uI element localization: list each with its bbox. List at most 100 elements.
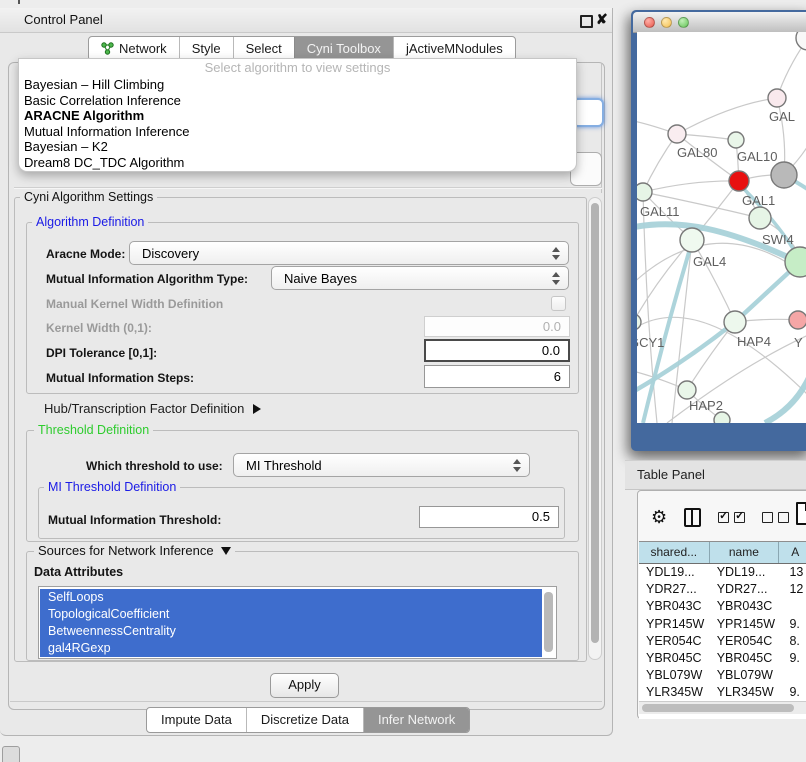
table-cell: YDL19... — [710, 564, 780, 581]
column-header[interactable]: A — [779, 542, 806, 563]
table-row[interactable]: YBR045CYBR045C9. — [639, 650, 806, 667]
aracne-mode-value: Discovery — [142, 246, 199, 261]
algorithm-option[interactable]: Basic Correlation Inference — [19, 93, 576, 109]
tab-select[interactable]: Select — [233, 37, 294, 60]
select-all-icon[interactable] — [718, 512, 745, 523]
kernel-width-label: Kernel Width (0,1): — [46, 321, 152, 335]
zoom-traffic-light[interactable] — [678, 17, 689, 28]
minimize-traffic-light[interactable] — [661, 17, 672, 28]
kernel-width-field[interactable]: 0.0 — [424, 316, 570, 337]
settings-scrollbar[interactable] — [588, 197, 602, 660]
aracne-mode-select[interactable]: Discovery — [129, 241, 569, 265]
data-attributes-list[interactable]: SelfLoopsTopologicalCoefficientBetweenne… — [38, 586, 557, 659]
mi-threshold-field[interactable]: 0.5 — [419, 506, 559, 528]
table-row[interactable]: YBR043CYBR043C — [639, 598, 806, 615]
network-view-window: GALGAL80GAL10GAL1SWI4GAL11GAL4GCY1HAP4YH… — [631, 10, 806, 451]
which-threshold-value: MI Threshold — [246, 458, 322, 473]
node-label: GAL4 — [693, 254, 726, 269]
network-node-hap2[interactable] — [678, 381, 696, 399]
network-node[interactable] — [771, 162, 797, 188]
mi-type-select[interactable]: Naive Bayes — [271, 266, 569, 290]
network-node-gcy1[interactable] — [637, 314, 641, 330]
new-table-icon[interactable] — [796, 502, 806, 525]
node-label: SWI4 — [762, 232, 794, 247]
float-window-icon[interactable] — [580, 15, 593, 28]
table-cell: YLR345W — [639, 684, 710, 701]
manual-kernel-checkbox[interactable] — [551, 296, 566, 311]
table-hscrollbar-thumb[interactable] — [642, 704, 794, 712]
tab-discretize-data[interactable]: Discretize Data — [246, 708, 363, 732]
network-window-titlebar[interactable] — [633, 12, 806, 33]
network-icon — [101, 42, 114, 55]
network-node[interactable] — [796, 32, 806, 50]
sources-legend[interactable]: Sources for Network Inference — [34, 544, 235, 558]
network-graph: GALGAL80GAL10GAL1SWI4GAL11GAL4GCY1HAP4YH… — [637, 32, 806, 423]
network-node-gal4[interactable] — [680, 228, 704, 252]
column-header[interactable]: name — [710, 542, 780, 563]
network-canvas[interactable]: GALGAL80GAL10GAL1SWI4GAL11GAL4GCY1HAP4YH… — [637, 32, 806, 423]
network-node-gal11[interactable] — [637, 183, 652, 201]
algorithm-option[interactable]: Dream8 DC_TDC Algorithm — [19, 155, 576, 171]
network-node[interactable] — [714, 412, 730, 423]
network-node-swi4[interactable] — [749, 207, 771, 229]
deselect-all-icon[interactable] — [762, 512, 789, 523]
table-row[interactable]: YPR145WYPR145W9. — [639, 616, 806, 633]
settings-scrollbar-thumb[interactable] — [591, 203, 599, 643]
minimized-panel-chip[interactable] — [2, 746, 20, 762]
table-row[interactable]: YBL079WYBL079W — [639, 667, 806, 684]
network-node-gal1[interactable] — [729, 171, 749, 191]
network-node-gal80[interactable] — [668, 125, 686, 143]
which-threshold-select[interactable]: MI Threshold — [233, 453, 530, 477]
node-label: Y — [794, 335, 803, 350]
table-horizontal-scrollbar[interactable] — [639, 701, 806, 714]
tab-jactivemnodules[interactable]: jActiveMNodules — [393, 37, 515, 60]
algorithm-option[interactable]: Mutual Information Inference — [19, 124, 576, 140]
algorithm-definition-legend: Algorithm Definition — [32, 215, 148, 229]
table-cell — [779, 598, 806, 615]
mi-steps-field[interactable]: 6 — [424, 365, 570, 388]
list-scrollbar-thumb[interactable] — [544, 592, 553, 652]
data-attribute-option[interactable]: SelfLoops — [40, 589, 542, 606]
column-header[interactable]: shared... — [639, 542, 710, 563]
apply-button[interactable]: Apply — [270, 673, 339, 698]
table-row[interactable]: YER054CYER054C8. — [639, 633, 806, 650]
dpi-tolerance-field[interactable]: 0.0 — [424, 339, 570, 362]
table-cell: 9. — [779, 684, 806, 701]
hub-definition-expander[interactable]: Hub/Transcription Factor Definition — [44, 401, 261, 416]
table-cell: YBR043C — [639, 598, 710, 615]
network-node-gal10[interactable] — [728, 132, 744, 148]
tab-infer-network[interactable]: Infer Network — [363, 708, 469, 732]
network-nodes: GALGAL80GAL10GAL1SWI4GAL11GAL4GCY1HAP4YH… — [637, 32, 806, 423]
table-cell: YDL19... — [639, 564, 710, 581]
network-node-y[interactable] — [789, 311, 806, 329]
gear-icon[interactable]: ⚙ — [651, 507, 667, 528]
columns-icon[interactable] — [684, 508, 701, 527]
tab-cyni-toolbox[interactable]: Cyni Toolbox — [294, 37, 393, 60]
tab-impute-data[interactable]: Impute Data — [147, 708, 246, 732]
network-node-gal[interactable] — [768, 89, 786, 107]
close-icon[interactable]: ✘ — [596, 11, 608, 28]
table-cell: YER054C — [639, 633, 710, 650]
table-cell: YPR145W — [639, 616, 710, 633]
tab-network[interactable]: Network — [89, 37, 179, 60]
data-attribute-option[interactable]: BetweennessCentrality — [40, 623, 542, 640]
network-node-hap4[interactable] — [724, 311, 746, 333]
table-cell: YDR27... — [639, 581, 710, 598]
mi-steps-label: Mutual Information Steps: — [46, 371, 194, 385]
table-cell: YBR045C — [710, 650, 780, 667]
algorithm-option[interactable]: Bayesian – K2 — [19, 139, 576, 155]
table-row[interactable]: YDL19...YDL19...13 — [639, 564, 806, 581]
data-attribute-option[interactable]: gal4RGexp — [40, 640, 542, 657]
data-attributes-label: Data Attributes — [34, 565, 123, 579]
data-attribute-option[interactable]: TopologicalCoefficient — [40, 606, 542, 623]
window-edge-tick — [18, 0, 20, 4]
threshold-definition-legend: Threshold Definition — [34, 423, 153, 437]
table-cell: 12 — [779, 581, 806, 598]
algorithm-option[interactable]: ARACNE Algorithm — [19, 108, 576, 124]
table-row[interactable]: YDR27...YDR27...12 — [639, 581, 806, 598]
algorithm-option[interactable]: Bayesian – Hill Climbing — [19, 77, 576, 93]
close-traffic-light[interactable] — [644, 17, 655, 28]
node-label: HAP4 — [737, 334, 771, 349]
table-row[interactable]: YLR345WYLR345W9. — [639, 684, 806, 701]
tab-style[interactable]: Style — [179, 37, 233, 60]
